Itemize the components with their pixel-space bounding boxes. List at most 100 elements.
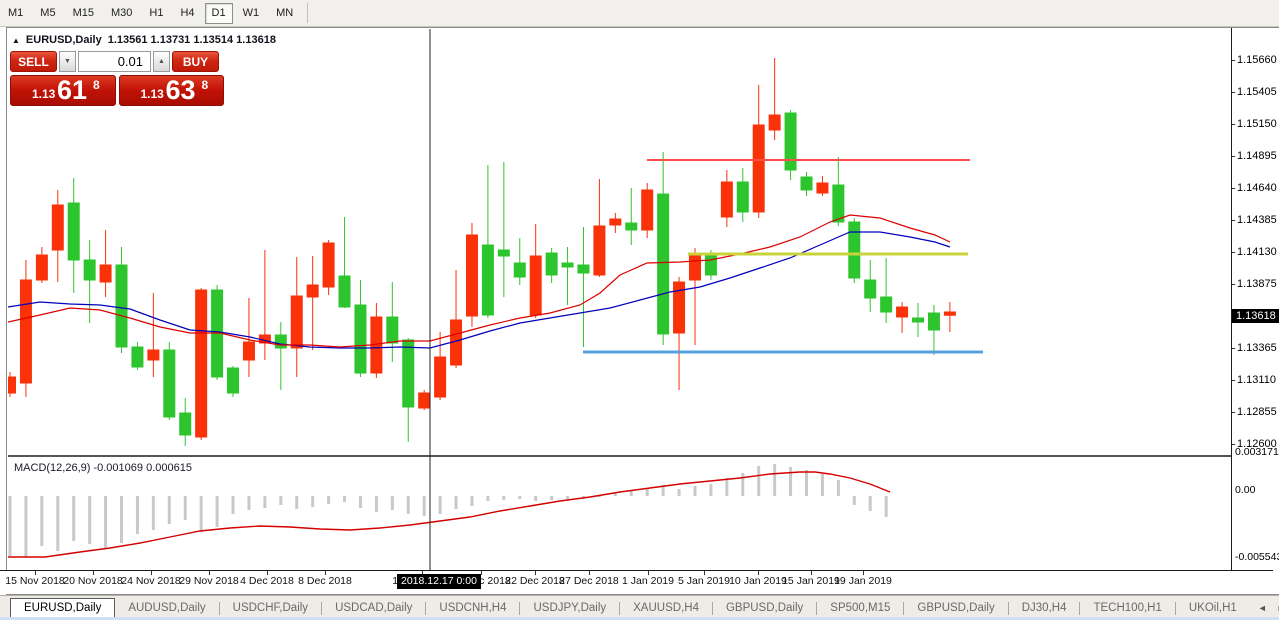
- date-label: 22 Dec 2018: [505, 575, 565, 587]
- date-label: 27 Dec 2018: [559, 575, 619, 587]
- lot-decrease-button[interactable]: ▼: [59, 51, 76, 72]
- price-tick: [1232, 252, 1235, 253]
- price-label: 1.14895: [1237, 150, 1277, 162]
- date-axis[interactable]: 15 Nov 201820 Nov 201824 Nov 201829 Nov …: [0, 570, 1273, 594]
- candle-body: [275, 335, 286, 348]
- candle-body: [626, 223, 637, 230]
- buy-price-panel[interactable]: 1.13 63 8: [119, 75, 225, 106]
- chart-ohlc-values: 1.13561 1.13731 1.13514 1.13618: [108, 34, 276, 46]
- tab-xauusd-h4[interactable]: XAUUSD,H4: [620, 598, 712, 619]
- price-tick: [1232, 412, 1235, 413]
- tab-sp500-m15[interactable]: SP500,M15: [817, 598, 903, 619]
- candle-body: [721, 182, 732, 217]
- tab-tech100-h1[interactable]: TECH100,H1: [1080, 598, 1174, 619]
- sell-price-prefix: 1.13: [32, 87, 55, 101]
- candle-body: [658, 194, 669, 334]
- candle-body: [642, 190, 653, 230]
- pane-separator[interactable]: [8, 455, 1231, 457]
- candle-body: [897, 307, 908, 317]
- candle-body: [68, 203, 79, 260]
- tab-gbpusd-daily[interactable]: GBPUSD,Daily: [904, 598, 1007, 619]
- tab-usdcad-daily[interactable]: USDCAD,Daily: [322, 598, 425, 619]
- timeframe-toolbar: M1M5M15M30H1H4D1W1MN: [0, 0, 1279, 27]
- sell-price-sup: 8: [93, 78, 100, 92]
- candle-body: [100, 265, 111, 282]
- tab-usdchf-daily[interactable]: USDCHF,Daily: [220, 598, 321, 619]
- chart-window: ▲ EURUSD,Daily 1.13561 1.13731 1.13514 1…: [0, 27, 1279, 595]
- candle-body: [307, 285, 318, 297]
- tab-dj30-h4[interactable]: DJ30,H4: [1009, 598, 1080, 619]
- candle-body: [753, 125, 764, 212]
- macd-scale-label: 0.003171: [1235, 446, 1279, 458]
- candle-body: [801, 177, 812, 190]
- candle-body: [546, 253, 557, 275]
- timeframe-button-m30[interactable]: M30: [104, 3, 139, 24]
- current-price-label: 1.13618: [1232, 309, 1279, 323]
- tab-eurusd-daily[interactable]: EURUSD,Daily: [10, 598, 115, 619]
- price-scale[interactable]: 1.13618 1.156601.154051.151501.148951.14…: [1231, 28, 1279, 570]
- tabs-scroll-left-icon[interactable]: ◄: [1258, 603, 1267, 613]
- candle-body: [944, 312, 955, 315]
- date-label: 1 Jan 2019: [622, 575, 674, 587]
- collapse-triangle-icon[interactable]: ▲: [12, 36, 20, 45]
- candle-body: [52, 205, 63, 250]
- timeframe-button-w1[interactable]: W1: [236, 3, 267, 24]
- candle-body: [737, 182, 748, 212]
- candle-body: [243, 342, 254, 360]
- timeframe-button-h1[interactable]: H1: [142, 3, 170, 24]
- sell-button[interactable]: SELL: [10, 51, 57, 72]
- tab-gbpusd-daily[interactable]: GBPUSD,Daily: [713, 598, 816, 619]
- candle-body: [180, 413, 191, 435]
- macd-indicator-label: MACD(12,26,9) -0.001069 0.000615: [14, 462, 192, 474]
- candle-body: [84, 260, 95, 280]
- candle-body: [785, 113, 796, 170]
- candle-body: [817, 183, 828, 193]
- price-label: 1.15150: [1237, 118, 1277, 130]
- timeframe-button-m15[interactable]: M15: [66, 3, 101, 24]
- candle-body: [530, 256, 541, 315]
- lot-size-input[interactable]: [78, 51, 151, 72]
- timeframe-button-m1[interactable]: M1: [1, 3, 30, 24]
- sell-price-panel[interactable]: 1.13 61 8: [10, 75, 116, 106]
- price-tick: [1232, 284, 1235, 285]
- timeframe-button-d1[interactable]: D1: [205, 3, 233, 24]
- price-label: 1.13110: [1237, 374, 1276, 386]
- buy-price-prefix: 1.13: [141, 87, 164, 101]
- tab-usdjpy-daily[interactable]: USDJPY,Daily: [520, 598, 619, 619]
- date-label: 15 Nov 2018: [5, 575, 65, 587]
- crosshair-date-tooltip: 2018.12.17 0:00: [397, 574, 481, 589]
- lot-increase-button[interactable]: ▲: [153, 51, 170, 72]
- candle-body: [562, 263, 573, 267]
- candle-body: [403, 340, 414, 407]
- price-label: 1.13875: [1237, 278, 1277, 290]
- timeframe-button-h4[interactable]: H4: [173, 3, 201, 24]
- candle-body: [913, 318, 924, 322]
- candle-body: [36, 255, 47, 280]
- candle-body: [8, 377, 16, 393]
- price-label: 1.14130: [1237, 246, 1277, 258]
- chart-canvas[interactable]: [8, 28, 1231, 570]
- price-tick: [1232, 60, 1235, 61]
- tab-audusd-daily[interactable]: AUDUSD,Daily: [115, 598, 218, 619]
- buy-button[interactable]: BUY: [172, 51, 219, 72]
- price-tick: [1232, 156, 1235, 157]
- tab-ukoil-h1[interactable]: UKOil,H1: [1176, 598, 1250, 619]
- timeframe-button-m5[interactable]: M5: [33, 3, 62, 24]
- candle-body: [578, 265, 589, 273]
- candle-body: [291, 296, 302, 348]
- candle-body: [20, 280, 31, 383]
- price-tick: [1232, 92, 1235, 93]
- timeframe-button-mn[interactable]: MN: [269, 3, 300, 24]
- macd-scale-label: -0.005543: [1235, 551, 1279, 563]
- chart-header: ▲ EURUSD,Daily 1.13561 1.13731 1.13514 1…: [12, 34, 276, 46]
- candle-body: [849, 222, 860, 278]
- date-label: 29 Nov 2018: [179, 575, 239, 587]
- date-label: 8 Dec 2018: [298, 575, 352, 587]
- candle-body: [689, 254, 700, 280]
- candle-body: [610, 219, 621, 225]
- candle-body: [881, 297, 892, 312]
- tab-usdcnh-h4[interactable]: USDCNH,H4: [426, 598, 519, 619]
- candle-body: [514, 263, 525, 277]
- candle-body: [419, 393, 430, 408]
- ma-fast-line: [8, 215, 950, 347]
